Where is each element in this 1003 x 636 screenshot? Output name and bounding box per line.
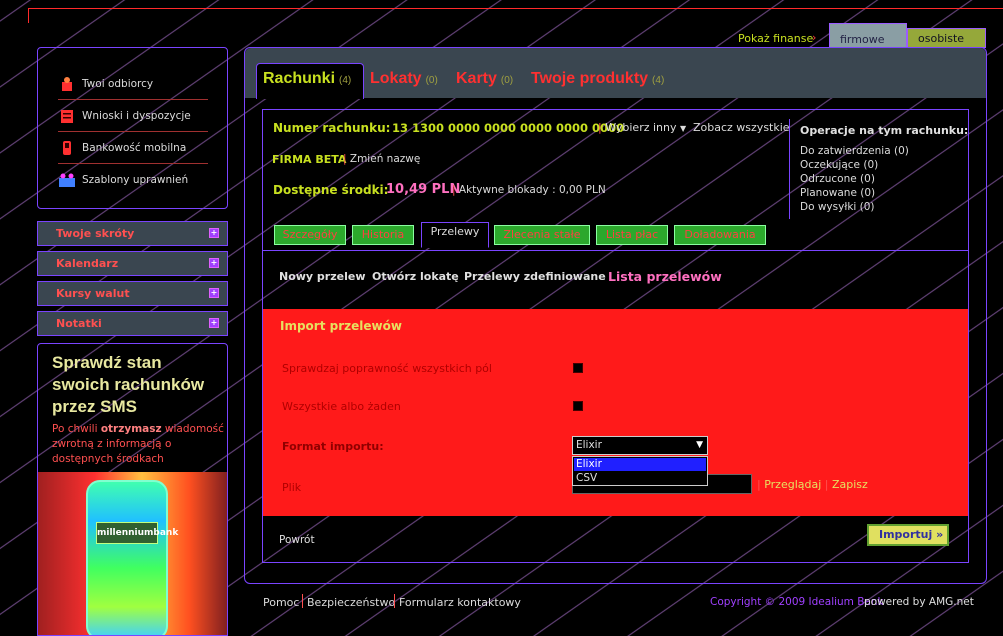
tab-company[interactable]: firmowe xyxy=(829,23,907,48)
choose-other-account[interactable]: | Wybierz inny ▼ xyxy=(598,121,686,134)
operations-title: Operacje na tym rachunku: xyxy=(800,124,969,137)
new-transfer-link[interactable]: Nowy przelew xyxy=(279,270,365,283)
expand-icon[interactable]: + xyxy=(209,258,219,268)
op-pending[interactable]: Oczekujące (0) xyxy=(800,159,878,171)
company-name: FIRMA BETA xyxy=(272,153,347,166)
subtab-payroll[interactable]: Lista płac xyxy=(596,225,668,245)
check-all-checkbox[interactable] xyxy=(573,363,583,373)
accordion-label: Twoje skróty xyxy=(56,227,135,240)
import-title: Import przelewów xyxy=(280,319,402,333)
open-deposit-link[interactable]: Otwórz lokatę xyxy=(372,270,459,283)
tab-cards[interactable]: Karty (0) xyxy=(456,70,513,88)
save-link[interactable]: Zapisz xyxy=(832,478,868,491)
transfer-list-link[interactable]: Lista przelewów xyxy=(608,269,722,284)
import-button[interactable]: Importuj » xyxy=(867,524,949,546)
tab-deposits[interactable]: Lokaty (0) xyxy=(370,70,438,88)
browse-button[interactable]: Przeglądaj xyxy=(764,478,821,491)
expand-icon[interactable]: + xyxy=(209,228,219,238)
footer-contact-form[interactable]: Formularz kontaktowy xyxy=(399,596,521,609)
chevron-right-icon: › xyxy=(812,31,817,44)
accordion-exchange-rates[interactable]: Kursy walut + xyxy=(37,281,228,306)
sms-promo-banner[interactable]: Sprawdź stan swoich rachunków przez SMS … xyxy=(37,343,228,636)
format-label: Format importu: xyxy=(282,440,384,453)
all-or-none-label: Wszystkie albo żaden xyxy=(282,400,401,413)
footer-security[interactable]: Bezpieczeństwo xyxy=(307,596,395,609)
caret-down-icon: ▼ xyxy=(680,124,687,133)
account-number-label: Numer rachunku: xyxy=(273,121,391,135)
accordion-label: Kursy walut xyxy=(56,287,130,300)
sidebar-item-permissions[interactable]: Szablony uprawnień xyxy=(58,164,208,196)
format-dropdown: Elixir CSV xyxy=(572,456,708,486)
sidebar-item-label: Twoi odbiorcy xyxy=(82,77,154,90)
rename-link[interactable]: | Zmień nazwę xyxy=(343,153,420,165)
requests-icon xyxy=(58,107,76,125)
subtab-topups[interactable]: Doładowania xyxy=(674,225,766,245)
promo-text: Po chwili otrzymasz wiadomość zwrotną z … xyxy=(52,423,224,465)
all-or-none-checkbox[interactable] xyxy=(573,401,583,411)
sidebar-item-label: Bankowość mobilna xyxy=(82,141,187,154)
caret-down-icon: ▼ xyxy=(696,440,703,450)
op-to-approve[interactable]: Do zatwierdzenia (0) xyxy=(800,145,909,157)
subtab-standing-orders[interactable]: Zlecenia stałe xyxy=(494,225,590,245)
format-option-csv[interactable]: CSV xyxy=(574,472,706,485)
subtab-history[interactable]: Historia xyxy=(352,225,414,245)
op-planned[interactable]: Planowane (0) xyxy=(800,187,875,199)
format-option-elixir[interactable]: Elixir xyxy=(574,458,706,471)
powered-by[interactable]: powered by AMG.net xyxy=(864,596,974,608)
footer-help[interactable]: Pomoc xyxy=(263,596,299,609)
footer-separator xyxy=(394,594,395,608)
check-all-label: Sprawdzaj poprawność wszystkich pól xyxy=(282,362,492,375)
defined-transfers-link[interactable]: Przelewy zdefiniowane xyxy=(464,270,606,283)
sidebar-item-recipients[interactable]: Twoi odbiorcy xyxy=(58,68,208,100)
permissions-icon xyxy=(58,171,76,189)
sidebar-item-requests[interactable]: Wnioski i dyspozycje xyxy=(58,100,208,132)
see-all-accounts-link[interactable]: Zobacz wszystkie xyxy=(693,121,790,134)
tab-personal[interactable]: osobiste xyxy=(907,28,986,48)
subtab-transfers[interactable]: Przelewy xyxy=(421,222,489,248)
accordion-calendar[interactable]: Kalendarz + xyxy=(37,251,228,276)
active-blocks: | Aktywne blokady : 0,00 PLN xyxy=(452,184,606,196)
expand-icon[interactable]: + xyxy=(209,288,219,298)
available-funds-amount: 10,49 PLN xyxy=(386,182,461,197)
expand-icon[interactable]: + xyxy=(209,318,219,328)
tab-accounts[interactable]: Rachunki (4) xyxy=(263,70,351,88)
accordion-notes[interactable]: Notatki + xyxy=(37,311,228,336)
account-number: 13 1300 0000 0000 0000 0000 0000 xyxy=(392,121,625,135)
tab-your-products[interactable]: Twoje produkty (4) xyxy=(531,70,664,88)
format-select[interactable]: Elixir ▼ xyxy=(572,436,708,455)
file-actions: | Przeglądaj | Zapisz xyxy=(757,478,868,491)
file-label: Plik xyxy=(282,481,302,494)
sidebar-item-mobile[interactable]: Bankowość mobilna xyxy=(58,132,208,164)
phone-illustration xyxy=(86,480,168,635)
footer-separator xyxy=(302,594,303,608)
op-to-send[interactable]: Do wysyłki (0) xyxy=(800,201,875,213)
sidebar-item-label: Wnioski i dyspozycje xyxy=(82,109,191,122)
accordion-label: Kalendarz xyxy=(56,257,119,270)
back-link[interactable]: Powrót xyxy=(279,534,315,546)
mobile-icon xyxy=(58,139,76,157)
accordion-label: Notatki xyxy=(56,317,102,330)
available-funds-label: Dostępne środki: xyxy=(273,183,389,197)
phone-logo: millenniumbank xyxy=(96,522,178,544)
top-border xyxy=(28,8,1003,23)
promo-title: Sprawdź stan swoich rachunków przez SMS xyxy=(52,353,205,416)
sidebar-item-label: Szablony uprawnień xyxy=(82,174,189,186)
subtab-details[interactable]: Szczegóły xyxy=(274,225,346,245)
recipients-icon xyxy=(58,75,76,93)
show-finance-link[interactable]: Pokaż finanse xyxy=(738,32,813,45)
accordion-shortcuts[interactable]: Twoje skróty + xyxy=(37,221,228,246)
copyright: Copyright © 2009 Idealium Bank xyxy=(710,596,884,608)
op-rejected[interactable]: Odrzucone (0) xyxy=(800,173,875,185)
